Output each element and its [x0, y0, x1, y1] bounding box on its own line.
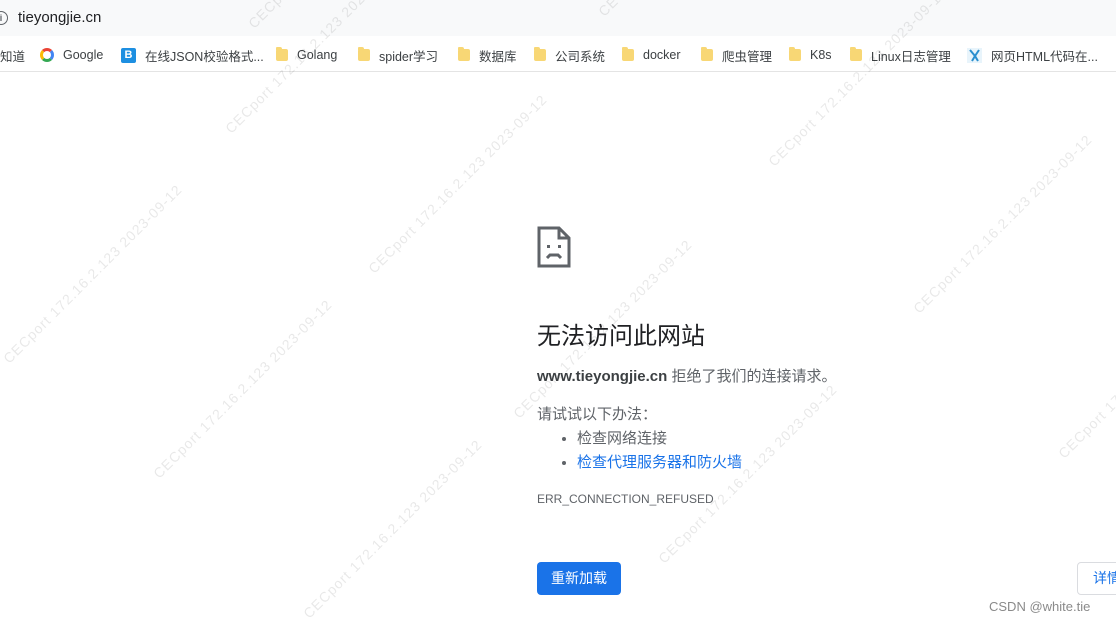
watermark: CECport 172.16.2.123 2023-09-12	[910, 131, 1096, 317]
bookmark-label: 爬虫管理	[722, 49, 773, 64]
info-icon[interactable]: i	[0, 11, 8, 25]
bookmark-k8s[interactable]: K8s	[789, 45, 832, 65]
proxy-firewall-link[interactable]: 检查代理服务器和防火墙	[577, 454, 742, 471]
bookmarks-bar: 知道 Google B 在线JSON校验格式... Golang spider学…	[0, 38, 1116, 72]
bookmark-company[interactable]: 公司系统	[534, 45, 605, 65]
bookmark-crawler[interactable]: 爬虫管理	[701, 45, 772, 65]
bookmark-json[interactable]: B 在线JSON校验格式...	[121, 45, 264, 65]
bookmark-docker[interactable]: docker	[622, 45, 681, 65]
watermark: CECport 172.16.2.123 2023-09-12	[365, 91, 551, 277]
google-icon	[40, 48, 54, 62]
bookmark-label: 公司系统	[555, 49, 606, 64]
error-message: www.tieyongjie.cn 拒绝了我们的连接请求。	[537, 365, 836, 386]
watermark: CECport 172.16.2.123 2023-09-12	[300, 436, 486, 622]
watermark: CECport 172.16.2.123 2023-09-12	[0, 181, 186, 367]
csdn-credit: CSDN @white.tie	[989, 599, 1091, 614]
watermark: CECport 172.16.2.123 2023-09-12	[150, 296, 336, 482]
bookmark-label: K8s	[810, 48, 832, 62]
bookmark-linux-log[interactable]: Linux日志管理	[850, 45, 951, 65]
bookmark-label: 知道	[0, 49, 26, 64]
folder-icon	[358, 47, 370, 61]
reload-button[interactable]: 重新加载	[537, 562, 621, 595]
bookmark-label: Google	[63, 48, 104, 62]
suggestion-item: 检查网络连接	[577, 427, 742, 451]
bookmark-google[interactable]: Google	[40, 45, 103, 65]
folder-icon	[789, 47, 801, 61]
folder-icon	[534, 47, 546, 61]
bookmark-label: 数据库	[479, 49, 517, 64]
bookmark-label: 网页HTML代码在...	[991, 49, 1098, 64]
url-text[interactable]: tieyongjie.cn	[18, 9, 101, 26]
sad-document-icon	[537, 226, 571, 268]
bookmark-spider[interactable]: spider学习	[358, 45, 438, 65]
html-tool-icon	[967, 47, 982, 63]
suggestion-item[interactable]: 检查代理服务器和防火墙	[577, 451, 742, 475]
error-host: www.tieyongjie.cn	[537, 368, 668, 385]
bookmark-golang[interactable]: Golang	[276, 45, 337, 65]
watermark: CECport 172.16.2.123 2023-09-12	[1055, 276, 1116, 462]
suggestion-list: 检查网络连接 检查代理服务器和防火墙	[557, 427, 742, 475]
json-icon: B	[121, 47, 136, 63]
bookmark-html-tool[interactable]: 网页HTML代码在...	[967, 45, 1098, 65]
folder-icon	[701, 47, 713, 61]
error-title: 无法访问此网站	[537, 323, 705, 350]
try-heading: 请试试以下办法：	[537, 406, 658, 423]
error-code: ERR_CONNECTION_REFUSED	[537, 492, 714, 506]
folder-icon	[622, 47, 634, 61]
suggestion-text: 检查网络连接	[577, 430, 668, 447]
folder-icon	[458, 47, 470, 61]
bookmark-database[interactable]: 数据库	[458, 45, 517, 65]
bookmark-label: Golang	[297, 48, 338, 62]
bookmark-label: spider学习	[379, 49, 439, 64]
bookmark-label: docker	[643, 48, 681, 62]
bookmark-label: 在线JSON校验格式...	[145, 49, 264, 64]
details-button[interactable]: 详情	[1077, 562, 1116, 595]
error-message-text: 拒绝了我们的连接请求。	[667, 368, 837, 385]
folder-icon	[276, 47, 288, 61]
bookmark-label: Linux日志管理	[871, 49, 951, 64]
bookmark-zhidao[interactable]: 知道	[0, 45, 25, 65]
folder-icon	[850, 47, 862, 61]
address-bar[interactable]: i tieyongjie.cn	[0, 0, 1116, 36]
